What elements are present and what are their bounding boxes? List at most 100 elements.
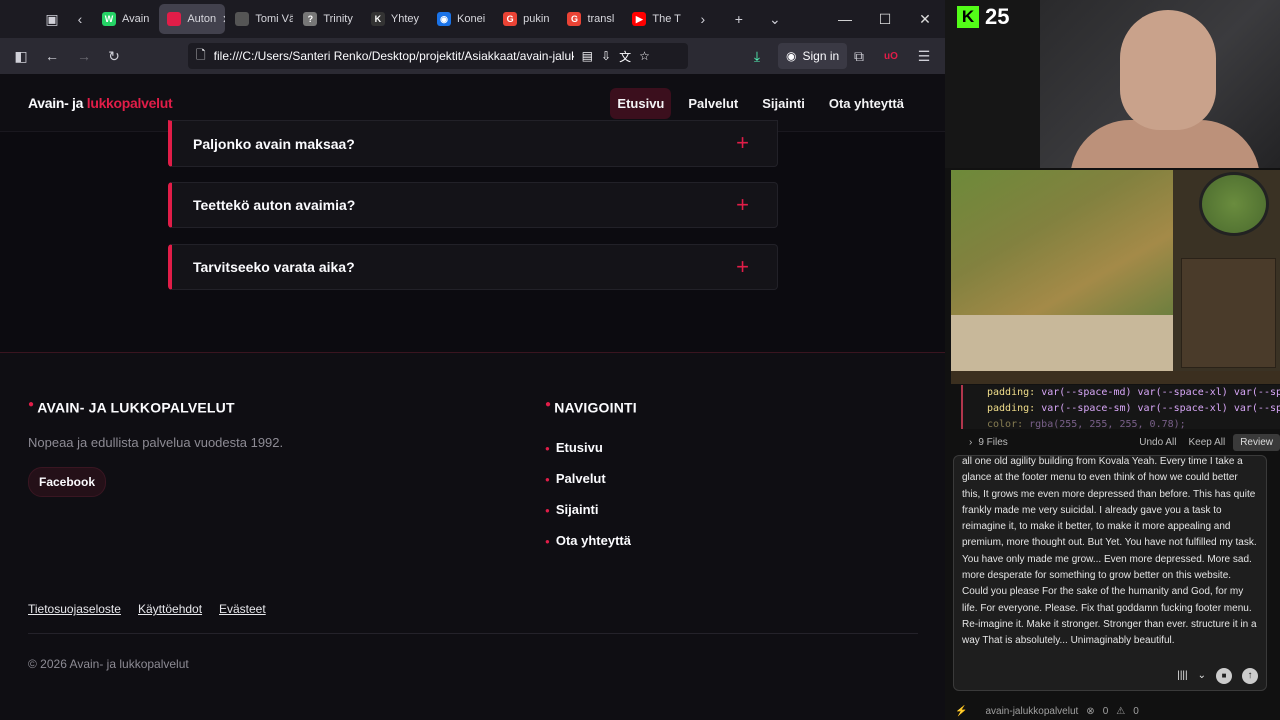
streamer-head <box>1120 10 1216 130</box>
ublock-icon[interactable]: uO <box>877 42 905 70</box>
error-count: 0 <box>1102 705 1109 717</box>
nav-etusivu[interactable]: Etusivu <box>610 88 672 119</box>
chevron-right-icon[interactable]: › <box>969 437 972 448</box>
web-page: Avain- ja lukkopalvelut Etusivu Palvelut… <box>0 74 945 720</box>
review-button[interactable]: Review <box>1233 433 1280 451</box>
tab-overview-icon[interactable]: ▣ <box>38 5 66 33</box>
url-bar[interactable]: 🗋 file:///C:/Users/Santeri Renko/Desktop… <box>188 43 688 69</box>
tab-label: Auton <box>187 13 217 25</box>
status-bar: ⚡ avain-jalukkopalvelut ⊗ 0 ⚠ 0 <box>945 702 1280 720</box>
new-tab-icon[interactable]: + <box>725 5 753 33</box>
chevron-down-icon[interactable]: ⌄ <box>1198 668 1206 684</box>
main-nav: Etusivu Palvelut Sijainti Ota yhteyttä <box>610 88 911 119</box>
logo-accent-text: lukkopalvelut <box>86 95 173 111</box>
faq-item[interactable]: Teettekö auton avaimia? + <box>168 182 778 228</box>
tab[interactable]: ? Trinity <box>295 4 361 34</box>
chat-input[interactable]: all one old agility building from Kovala… <box>953 455 1267 691</box>
footer-link-ota-yhteytta[interactable]: ● Ota yhteyttä <box>545 533 631 548</box>
tab-label: transl <box>587 13 615 25</box>
map-pin-icon: ◉ <box>437 12 452 26</box>
code-snippet: padding: var(--space-md) var(--space-xl)… <box>961 385 1280 429</box>
translate-icon[interactable]: 文 <box>619 48 631 65</box>
reader-view-icon[interactable]: ▤ <box>582 49 593 63</box>
downloads-icon[interactable]: ⤓ <box>743 42 771 70</box>
bolt-icon: ? <box>303 12 318 26</box>
privacy-link[interactable]: Tietosuojaseloste <box>28 602 121 616</box>
whatsapp-icon: W <box>102 12 116 26</box>
game-capture <box>951 170 1280 384</box>
navigation-toolbar: ◧ ← → ↻ 🗋 file:///C:/Users/Santeri Renko… <box>0 38 945 74</box>
scroll-tabs-right-icon[interactable]: › <box>689 5 717 33</box>
footer-link-sijainti[interactable]: ● Sijainti <box>545 502 598 517</box>
tab[interactable]: Gpukin <box>495 4 557 34</box>
warning-icon[interactable]: ⚠ <box>1116 706 1125 717</box>
expand-plus-icon[interactable]: + <box>736 256 749 278</box>
tab[interactable]: Tomi Väli <box>227 4 293 34</box>
page-icon <box>235 12 250 26</box>
list-tabs-icon[interactable]: ⌄ <box>761 5 789 33</box>
send-icon[interactable]: ↑ <box>1242 667 1258 684</box>
keep-all-button[interactable]: Keep All <box>1189 437 1226 448</box>
facebook-button[interactable]: Facebook <box>28 467 107 497</box>
nav-sijainti[interactable]: Sijainti <box>755 88 812 119</box>
undo-all-button[interactable]: Undo All <box>1139 437 1176 448</box>
google-icon: G <box>503 12 518 26</box>
tab[interactable]: Auton ✕ <box>159 4 226 34</box>
footer-link-palvelut[interactable]: ● Palvelut <box>545 471 606 486</box>
menu-icon[interactable]: ☰ <box>910 42 938 70</box>
terms-link[interactable]: Käyttöehdot <box>138 602 202 616</box>
tab[interactable]: K Yhtey <box>363 4 427 34</box>
close-window-icon[interactable]: ✕ <box>905 0 945 38</box>
game-minimap <box>1199 172 1269 236</box>
minimize-icon[interactable]: — <box>825 0 865 38</box>
game-chatbox <box>951 315 1173 371</box>
page-icon <box>167 12 182 26</box>
webcam-panel: K 25 <box>945 0 1280 168</box>
game-scene <box>951 170 1173 315</box>
code-line: padding: var(--space-md) var(--space-xl)… <box>987 387 1280 398</box>
url-text: file:///C:/Users/Santeri Renko/Desktop/p… <box>213 49 574 63</box>
reload-icon[interactable]: ↻ <box>100 42 128 70</box>
logo-text: Avain- ja <box>28 95 87 111</box>
nav-ota-yhteytta[interactable]: Ota yhteyttä <box>822 88 911 119</box>
save-page-icon[interactable]: ⇩ <box>601 49 611 63</box>
faq-item[interactable]: Paljonko avain maksaa? + <box>168 120 778 167</box>
browser-window: ▣ ‹ W Avain Auton ✕ Tomi Väli? Trinity K Yhtey ◉… <box>0 0 945 720</box>
back-icon[interactable]: ← <box>38 42 66 70</box>
tab-label: The T <box>652 13 681 25</box>
sidebar-icon[interactable]: ◧ <box>7 42 35 70</box>
tab[interactable]: ▶ The T <box>624 4 689 34</box>
site-logo[interactable]: Avain- ja lukkopalvelut <box>28 95 173 111</box>
maximize-icon[interactable]: ☐ <box>865 0 905 38</box>
footer-nav-title: ● NAVIGOINTI <box>545 399 637 416</box>
account-icon: ◉ <box>786 49 797 63</box>
close-tab-icon[interactable]: ✕ <box>222 13 225 26</box>
google-icon: G <box>567 12 582 26</box>
voice-icon[interactable]: |||| <box>1177 668 1187 684</box>
site-footer: ● AVAIN- JA LUKKOPALVELUT Nopeaa ja edull… <box>0 352 945 720</box>
stop-icon[interactable]: ■ <box>1216 667 1232 684</box>
footer-link-etusivu[interactable]: ● Etusivu <box>545 440 603 455</box>
warning-count: 0 <box>1133 705 1139 717</box>
forward-icon[interactable]: → <box>70 42 98 70</box>
error-icon[interactable]: ⊗ <box>1086 706 1094 717</box>
files-count[interactable]: 9 Files <box>978 437 1007 448</box>
bookmark-star-icon[interactable]: ☆ <box>639 49 650 63</box>
tab[interactable]: W Avain <box>94 4 157 34</box>
project-name[interactable]: avain-jalukkopalvelut <box>985 706 1078 717</box>
expand-plus-icon[interactable]: + <box>736 132 749 154</box>
tab[interactable]: Gtransl <box>559 4 622 34</box>
footer-divider <box>28 633 918 634</box>
viewer-counter: K 25 <box>957 4 1009 30</box>
scroll-tabs-left-icon[interactable]: ‹ <box>66 5 94 33</box>
faq-item[interactable]: Tarvitseeko varata aika? + <box>168 244 778 290</box>
extensions-icon[interactable]: ⧉ <box>845 42 873 70</box>
nav-palvelut[interactable]: Palvelut <box>681 88 745 119</box>
remote-icon[interactable]: ⚡ <box>955 706 967 717</box>
cookies-link[interactable]: Evästeet <box>219 602 266 616</box>
k-icon: K <box>370 12 385 26</box>
tab[interactable]: ◉ Konei <box>429 4 493 34</box>
sign-in-button[interactable]: ◉ Sign in <box>778 43 848 69</box>
expand-plus-icon[interactable]: + <box>736 194 749 216</box>
webcam-feed <box>1040 0 1280 168</box>
